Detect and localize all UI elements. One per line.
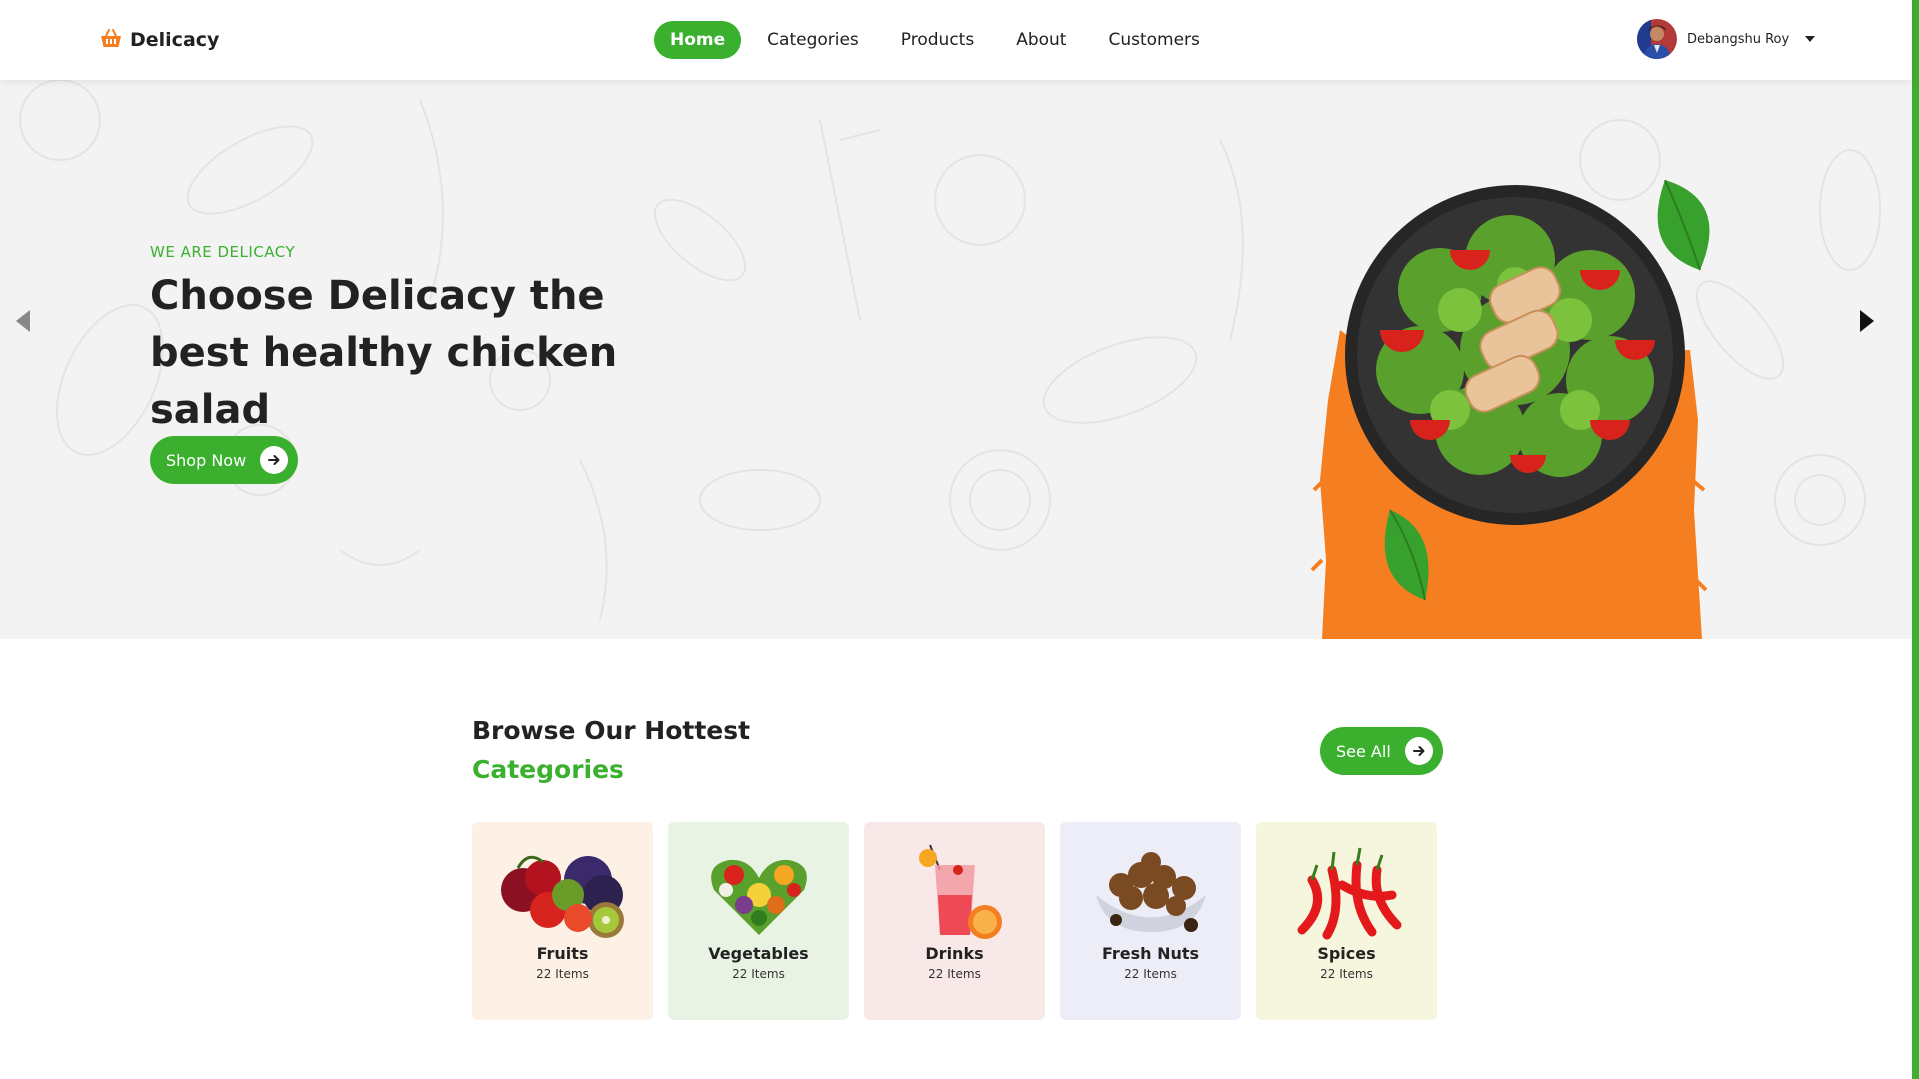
category-list: Fruits 22 Items Vegetables 22 Items Drin… bbox=[472, 822, 1437, 1020]
fruits-image bbox=[472, 840, 653, 940]
section-subtitle: Categories bbox=[472, 755, 624, 784]
hero-title: Choose Delicacy the best healthy chicken… bbox=[150, 273, 618, 433]
nav-about[interactable]: About bbox=[1000, 21, 1082, 59]
basket-icon bbox=[100, 28, 122, 52]
scrollbar[interactable] bbox=[1912, 0, 1919, 1079]
category-card-drinks[interactable]: Drinks 22 Items bbox=[864, 822, 1045, 1020]
hero-banner: WE ARE DELICACY Choose Delicacy the best… bbox=[0, 80, 1912, 639]
caret-down-icon[interactable] bbox=[1805, 36, 1816, 42]
category-name: Vegetables bbox=[708, 944, 809, 963]
user-menu[interactable]: Debangshu Roy bbox=[1637, 19, 1816, 59]
category-count: 22 Items bbox=[732, 967, 785, 981]
chicken-salad-image bbox=[1310, 180, 1710, 639]
category-count: 22 Items bbox=[536, 967, 589, 981]
nav-customers[interactable]: Customers bbox=[1092, 21, 1215, 59]
category-name: Fruits bbox=[536, 944, 589, 963]
brand-logo[interactable]: Delicacy bbox=[100, 28, 219, 52]
chevron-right-icon bbox=[1860, 310, 1874, 332]
arrow-right-icon bbox=[260, 446, 289, 474]
category-count: 22 Items bbox=[1124, 967, 1177, 981]
hero-eyebrow: WE ARE DELICACY bbox=[150, 243, 296, 261]
top-navbar: Delicacy Home Categories Products About … bbox=[0, 0, 1912, 80]
category-card-fresh-nuts[interactable]: Fresh Nuts 22 Items bbox=[1060, 822, 1241, 1020]
category-card-fruits[interactable]: Fruits 22 Items bbox=[472, 822, 653, 1020]
brand-name: Delicacy bbox=[130, 29, 220, 51]
main-nav: Home Categories Products About Customers bbox=[654, 21, 1216, 59]
see-all-label: See All bbox=[1336, 741, 1391, 761]
nav-home[interactable]: Home bbox=[654, 21, 742, 59]
nuts-image bbox=[1060, 840, 1241, 940]
category-card-spices[interactable]: Spices 22 Items bbox=[1256, 822, 1437, 1020]
see-all-button[interactable]: See All bbox=[1320, 727, 1443, 775]
carousel-next-button[interactable] bbox=[1858, 309, 1876, 337]
category-name: Drinks bbox=[925, 944, 984, 963]
spices-image bbox=[1256, 840, 1437, 940]
category-name: Fresh Nuts bbox=[1101, 944, 1200, 963]
section-title: Browse Our Hottest bbox=[472, 716, 751, 745]
shop-now-button[interactable]: Shop Now bbox=[150, 436, 299, 484]
user-name: Debangshu Roy bbox=[1687, 31, 1790, 47]
drinks-image bbox=[864, 840, 1045, 940]
arrow-right-icon bbox=[1404, 737, 1433, 765]
avatar[interactable] bbox=[1637, 19, 1677, 59]
category-card-vegetables[interactable]: Vegetables 22 Items bbox=[668, 822, 849, 1020]
category-count: 22 Items bbox=[928, 967, 981, 981]
chevron-left-icon bbox=[16, 310, 30, 332]
category-name: Spices bbox=[1317, 944, 1376, 963]
shop-now-label: Shop Now bbox=[166, 450, 247, 470]
carousel-prev-button[interactable] bbox=[14, 309, 32, 337]
vegetables-image bbox=[668, 840, 849, 940]
nav-categories[interactable]: Categories bbox=[751, 21, 875, 59]
category-count: 22 Items bbox=[1320, 967, 1373, 981]
nav-products[interactable]: Products bbox=[885, 21, 990, 59]
